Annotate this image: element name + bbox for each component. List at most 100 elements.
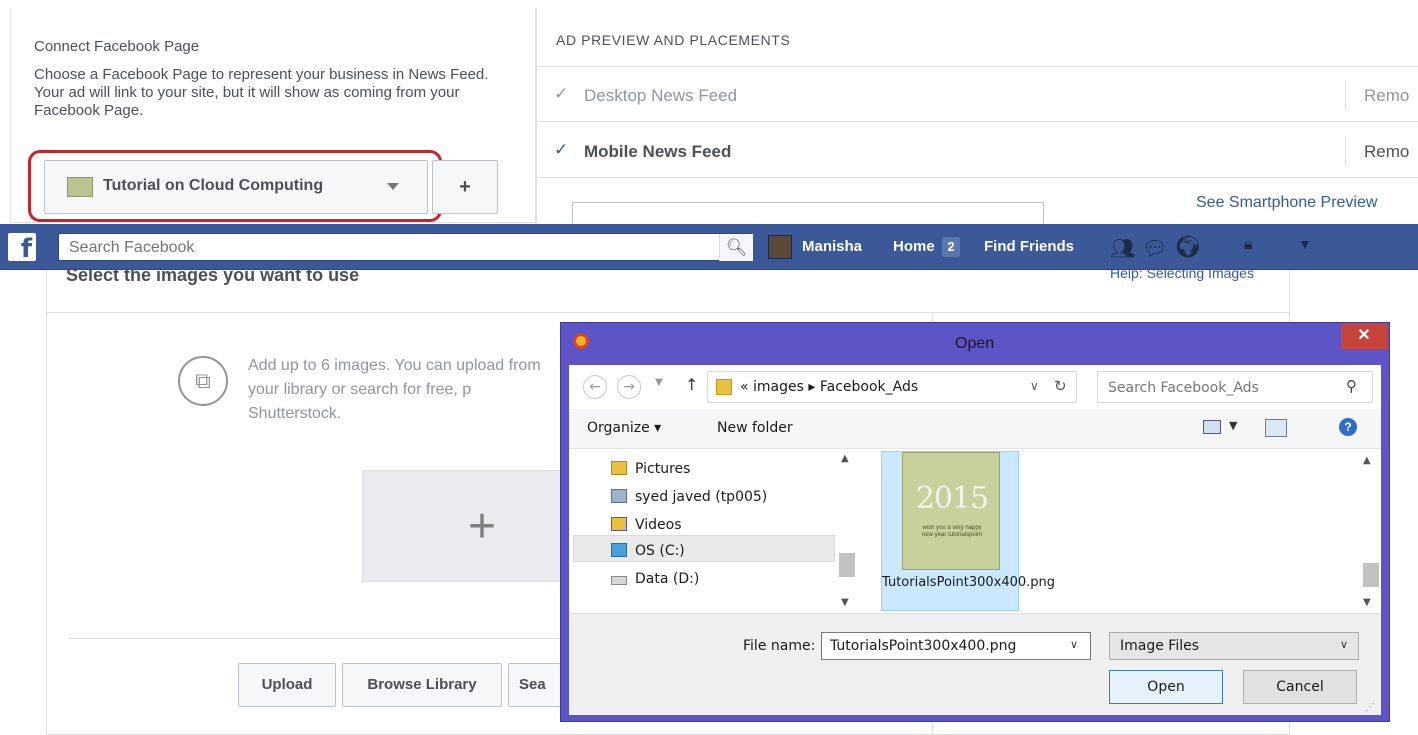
checkmark-icon[interactable]: ✓ — [554, 140, 568, 160]
pictures-folder-icon — [611, 461, 627, 475]
file-type-value: Image Files — [1120, 638, 1200, 654]
tree-item-label: Data (D:) — [635, 571, 700, 587]
open-button[interactable]: Open — [1109, 670, 1223, 704]
tree-item-data-d[interactable]: Data (D:) — [611, 567, 699, 591]
back-arrow-icon[interactable]: ← — [583, 375, 607, 399]
tree-item-videos[interactable]: Videos — [611, 513, 682, 537]
divider — [1345, 136, 1346, 166]
scrollbar-thumb[interactable] — [1363, 563, 1379, 587]
navigation-scrollbar[interactable] — [837, 451, 855, 611]
avatar[interactable] — [768, 235, 792, 259]
scrollbar-thumb[interactable] — [839, 553, 855, 577]
home-link[interactable]: Home — [893, 238, 935, 255]
placement-label-mobile: Mobile News Feed — [584, 142, 732, 161]
menu-icon[interactable]: ▼ — [1298, 236, 1312, 252]
tree-item-network-computer[interactable]: syed javed (tp005) — [611, 485, 767, 509]
images-help-link[interactable]: Help: Selecting Images — [1110, 270, 1254, 284]
add-page-button[interactable]: + — [432, 160, 498, 214]
scroll-down-icon[interactable]: ▼ — [1363, 597, 1371, 608]
file-name-field-label: File name: — [743, 638, 816, 654]
smartphone-preview-link[interactable]: See Smartphone Preview — [1196, 194, 1377, 212]
preview-pane-icon[interactable] — [1265, 419, 1287, 437]
scroll-up-icon[interactable]: ▲ — [841, 453, 849, 464]
images-icon: ⧉ — [178, 356, 228, 406]
tree-item-label: syed javed (tp005) — [635, 489, 768, 505]
folder-search-input[interactable] — [1108, 378, 1328, 398]
search-icon[interactable]: 🔍︎ — [719, 234, 753, 261]
change-view-icon[interactable] — [1203, 420, 1221, 434]
divider — [1345, 80, 1346, 110]
help-icon[interactable]: ? — [1339, 418, 1357, 436]
home-count-badge: 2 — [942, 237, 960, 257]
breadcrumb[interactable]: « images ▸ Facebook_Ads — [740, 379, 918, 395]
facebook-search-input[interactable] — [69, 238, 689, 258]
file-name-label: TutorialsPoint300x400.png — [882, 575, 1056, 590]
select-images-heading: Select the images you want to use — [66, 268, 360, 285]
tree-item-label: Videos — [635, 517, 682, 533]
file-type-select[interactable]: Image Files ∨ — [1109, 632, 1359, 660]
folder-search-box[interactable]: ⚲ — [1097, 371, 1373, 403]
divider — [46, 312, 1290, 313]
dialog-body: ← → ▼ ↑ « images ▸ Facebook_Ads ∨ ↻ ⚲ Or… — [569, 365, 1381, 715]
folder-icon — [716, 379, 732, 395]
search-icon[interactable]: ⚲ — [1346, 377, 1357, 395]
tree-item-label: OS (C:) — [635, 543, 685, 559]
dialog-titlebar[interactable]: Open ✕ — [561, 323, 1389, 365]
chevron-down-icon[interactable]: ▼ — [1229, 419, 1237, 432]
network-computer-icon — [611, 489, 627, 503]
remove-mobile-link[interactable]: Remo — [1364, 142, 1409, 162]
navigation-pane: Pictures syed javed (tp005) Videos OS (C… — [569, 451, 855, 611]
chevron-down-icon[interactable]: ∨ — [1340, 638, 1348, 651]
search-stock-images-button[interactable]: Sea — [508, 663, 568, 707]
remove-desktop-link[interactable]: Remo — [1364, 86, 1409, 106]
organize-menu-button[interactable]: Organize ▾ — [587, 420, 661, 436]
file-list-pane: 2015 wish you a very happy new year tuto… — [857, 451, 1381, 611]
dialog-footer: File name: TutorialsPoint300x400.png ∨ I… — [569, 613, 1381, 715]
friend-requests-icon[interactable]: 👥︎ — [1110, 236, 1135, 261]
facebook-logo-icon[interactable]: f — [8, 233, 36, 261]
chrome-icon — [573, 333, 589, 349]
upload-button[interactable]: Upload — [238, 663, 336, 707]
scroll-down-icon[interactable]: ▼ — [841, 597, 849, 608]
ad-preview-card — [572, 202, 1044, 224]
browse-library-button[interactable]: Browse Library — [342, 663, 502, 707]
system-drive-icon — [611, 543, 627, 557]
profile-name-link[interactable]: Manisha — [802, 238, 862, 255]
forward-arrow-icon[interactable]: → — [617, 375, 641, 399]
up-arrow-icon[interactable]: ↑ — [685, 375, 698, 394]
file-name-field[interactable]: TutorialsPoint300x400.png ∨ — [821, 632, 1091, 660]
notifications-icon[interactable]: 🌍︎ — [1174, 234, 1202, 260]
close-icon[interactable]: ✕ — [1341, 323, 1387, 349]
videos-folder-icon — [611, 517, 627, 531]
address-bar[interactable]: « images ▸ Facebook_Ads ∨ ↻ — [707, 371, 1077, 403]
file-name-value[interactable]: TutorialsPoint300x400.png — [830, 638, 1016, 654]
tree-item-pictures[interactable]: Pictures — [611, 457, 690, 481]
recent-locations-icon[interactable]: ▼ — [655, 377, 663, 388]
facebook-search-box[interactable]: 🔍︎ — [58, 233, 753, 261]
dialog-title: Open — [955, 335, 995, 352]
chevron-down-icon[interactable]: ∨ — [1030, 379, 1039, 393]
thumbnail-year-text: 2015 — [915, 481, 989, 516]
open-file-dialog: Open ✕ ← → ▼ ↑ « images ▸ Facebook_Ads ∨… — [560, 322, 1390, 722]
privacy-icon[interactable]: 🔒︎ — [1244, 236, 1253, 254]
chevron-down-icon[interactable]: ∨ — [1070, 638, 1078, 651]
images-hint-text: Add up to 6 images. You can upload from … — [248, 357, 541, 422]
ad-preview-title: AD PREVIEW AND PLACEMENTS — [556, 32, 791, 48]
file-thumbnail: 2015 wish you a very happy new year tuto… — [902, 452, 1000, 570]
find-friends-link[interactable]: Find Friends — [984, 238, 1074, 255]
dialog-toolbar: Organize ▾ New folder ▼ ? — [569, 409, 1381, 449]
checkmark-icon[interactable]: ✓ — [554, 84, 568, 104]
messages-icon[interactable]: 💬︎ — [1142, 236, 1167, 261]
file-item[interactable]: 2015 wish you a very happy new year tuto… — [881, 451, 1056, 611]
refresh-icon[interactable]: ↻ — [1054, 377, 1067, 395]
new-folder-button[interactable]: New folder — [717, 420, 793, 436]
connect-page-description: Choose a Facebook Page to represent your… — [34, 66, 489, 119]
thumbnail-caption: wish you a very happy new year tutorials… — [921, 525, 983, 538]
resize-grip-icon[interactable]: ⋰ — [1365, 702, 1375, 713]
tree-item-os-c[interactable]: OS (C:) — [611, 539, 685, 563]
placement-label-desktop: Desktop News Feed — [584, 86, 738, 105]
cancel-button[interactable]: Cancel — [1243, 670, 1357, 704]
scroll-up-icon[interactable]: ▲ — [1363, 455, 1371, 466]
hard-drive-icon — [611, 576, 627, 585]
tree-item-label: Pictures — [635, 461, 691, 477]
